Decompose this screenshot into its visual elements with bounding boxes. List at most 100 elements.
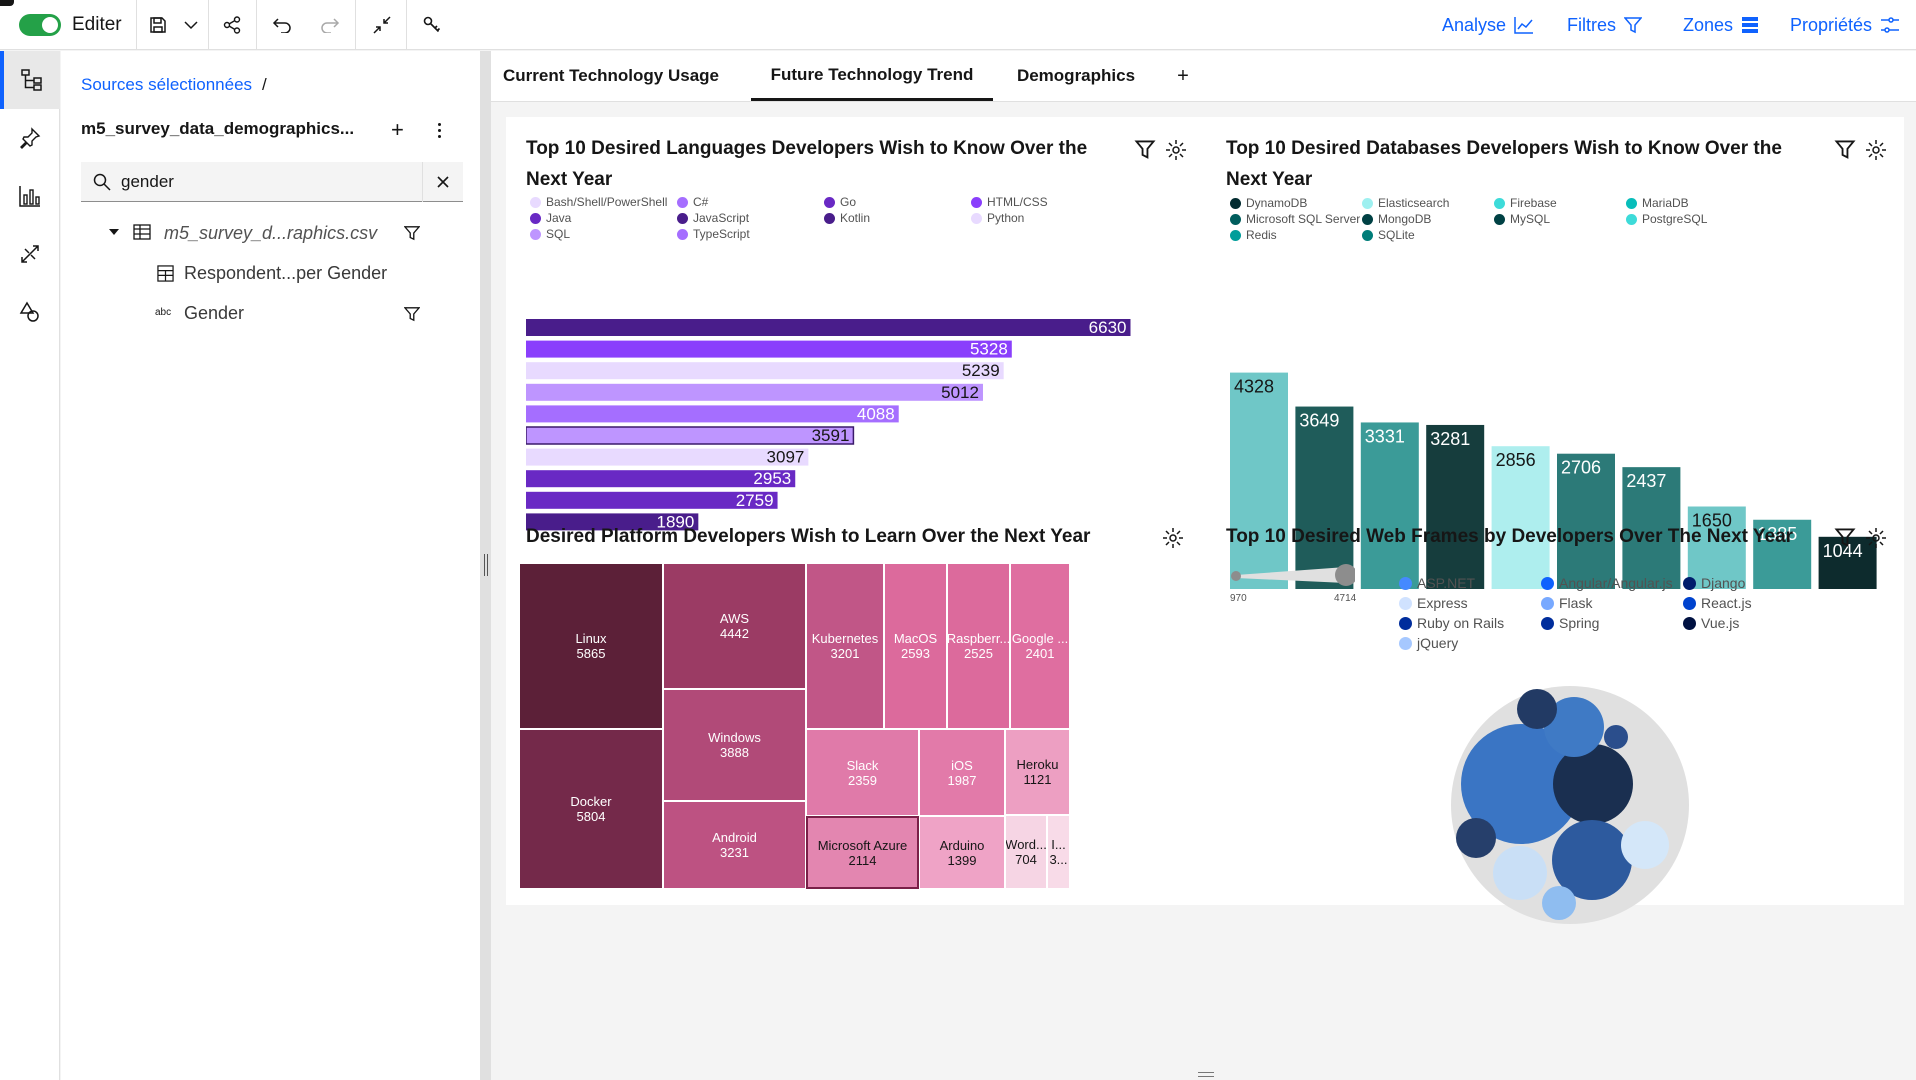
add-source-icon[interactable]: + (391, 117, 404, 143)
clear-search-icon[interactable] (437, 176, 449, 188)
source-name: m5_survey_data_demographics... (81, 119, 355, 138)
legend-item[interactable]: Ruby on Rails (1399, 615, 1504, 631)
breadcrumb-link[interactable]: Sources sélectionnées (81, 75, 252, 95)
legend-item[interactable]: JavaScript (677, 211, 749, 225)
treemap-cell[interactable]: Word... 704 (1005, 815, 1047, 889)
bar[interactable] (1230, 372, 1288, 589)
pin-rail-button[interactable] (0, 109, 60, 167)
collapse-icon[interactable] (362, 0, 402, 50)
treemap-cell[interactable]: Heroku 1121 (1005, 729, 1070, 815)
legend-item[interactable]: Go (824, 195, 856, 209)
legend-item[interactable]: MariaDB (1626, 196, 1689, 210)
legend-item[interactable]: Redis (1230, 228, 1277, 242)
treemap-cell[interactable]: Android 3231 (663, 801, 806, 889)
legend-item[interactable]: PostgreSQL (1626, 212, 1707, 226)
search-field[interactable]: gender (81, 162, 463, 202)
bottom-resize-handle[interactable] (1198, 1072, 1214, 1077)
gear-icon[interactable] (1865, 139, 1887, 161)
legend-item[interactable]: Kotlin (824, 211, 870, 225)
legend-item[interactable]: Microsoft SQL Server (1230, 212, 1360, 226)
tree-item-respondent[interactable]: Respondent...per Gender (184, 263, 387, 284)
treemap-cell[interactable]: Slack 2359 (806, 729, 919, 816)
treemap-cell[interactable]: iOS 1987 (919, 729, 1005, 816)
redo-icon[interactable] (310, 0, 350, 50)
proprietes-button[interactable]: Propriétés (1790, 0, 1900, 50)
treemap-cell[interactable]: Arduino 1399 (919, 816, 1005, 889)
undo-icon[interactable] (262, 0, 302, 50)
bar[interactable] (1426, 424, 1485, 589)
filter-icon[interactable] (404, 306, 420, 322)
treemap-cell[interactable]: I... 3... (1047, 815, 1070, 889)
bar[interactable] (526, 362, 1004, 380)
caret-down-icon[interactable] (108, 228, 120, 236)
tab-future-technology[interactable]: Future Technology Trend (751, 51, 993, 101)
bar[interactable] (526, 340, 1012, 358)
edit-toggle[interactable] (18, 0, 62, 50)
legend-item[interactable]: Firebase (1494, 196, 1557, 210)
filter-icon[interactable] (1134, 139, 1156, 161)
legend-item[interactable]: jQuery (1399, 635, 1458, 651)
legend-item[interactable]: TypeScript (677, 227, 750, 241)
bar[interactable] (526, 319, 1131, 336)
bar[interactable] (526, 405, 899, 423)
legend-item[interactable]: Angular/Angular.js (1541, 575, 1673, 591)
legend-item[interactable]: HTML/CSS (971, 195, 1048, 209)
tree-item-gender[interactable]: Gender (184, 303, 244, 324)
legend-item[interactable]: Flask (1541, 595, 1592, 611)
treemap-cell[interactable]: Windows 3888 (663, 689, 806, 801)
bar[interactable] (1360, 422, 1419, 589)
visualizations-rail-button[interactable] (0, 167, 60, 225)
share-icon[interactable] (212, 0, 252, 50)
legend-item[interactable]: Spring (1541, 615, 1599, 631)
treemap-cell[interactable]: Microsoft Azure 2114 (806, 816, 919, 889)
treemap-cell[interactable]: Google ... 2401 (1010, 563, 1070, 729)
treemap-cell[interactable]: MacOS 2593 (884, 563, 947, 729)
panel-splitter[interactable] (481, 51, 491, 1080)
legend-item[interactable]: MongoDB (1362, 212, 1431, 226)
legend-item[interactable]: C# (677, 195, 708, 209)
filter-icon[interactable] (404, 225, 420, 241)
legend-item[interactable]: Vue.js (1683, 615, 1739, 631)
bar[interactable] (526, 383, 983, 401)
treemap-cell[interactable]: Raspberr... 2525 (947, 563, 1010, 729)
search-input[interactable]: gender (121, 172, 174, 192)
tab-current-technology[interactable]: Current Technology Usage (491, 51, 731, 101)
filter-icon[interactable] (1834, 139, 1856, 161)
treemap-cell[interactable]: AWS 4442 (663, 563, 806, 689)
key-icon[interactable] (412, 0, 452, 50)
treemap-cell[interactable]: Linux 5865 (519, 563, 663, 729)
legend-item[interactable]: DynamoDB (1230, 196, 1307, 210)
legend-item[interactable]: Elasticsearch (1362, 196, 1449, 210)
filtres-button[interactable]: Filtres (1567, 0, 1642, 50)
legend-item[interactable]: MySQL (1494, 212, 1550, 226)
legend-item[interactable]: Express (1399, 595, 1468, 611)
assets-rail-button[interactable] (0, 225, 60, 283)
legend-item[interactable]: Bash/Shell/PowerShell (530, 195, 667, 209)
treemap-cell[interactable]: Kubernetes 3201 (806, 563, 884, 729)
gear-icon[interactable] (1865, 527, 1887, 549)
gear-icon[interactable] (1165, 139, 1187, 161)
legend-item[interactable]: Java (530, 211, 571, 225)
treemap-cell[interactable]: Docker 5804 (519, 729, 663, 889)
add-tab-button[interactable]: + (1163, 51, 1203, 101)
legend-item[interactable]: SQLite (1362, 228, 1415, 242)
legend-label: Redis (1246, 228, 1277, 242)
gear-icon[interactable] (1162, 527, 1184, 549)
sources-rail-button[interactable] (0, 51, 60, 109)
overflow-menu-icon[interactable] (429, 120, 449, 140)
bar[interactable] (526, 426, 855, 445)
filter-icon[interactable] (1834, 527, 1856, 549)
legend-item[interactable]: React.js (1683, 595, 1752, 611)
save-icon[interactable] (140, 0, 176, 50)
shapes-rail-button[interactable] (0, 283, 60, 341)
tree-file-name[interactable]: m5_survey_d...raphics.csv (164, 223, 377, 244)
legend-item[interactable]: Python (971, 211, 1024, 225)
zones-button[interactable]: Zones (1683, 0, 1759, 50)
legend-item[interactable]: SQL (530, 227, 570, 241)
tab-demographics[interactable]: Demographics (1001, 51, 1151, 101)
bar[interactable] (1295, 406, 1354, 589)
legend-item[interactable]: Django (1683, 575, 1745, 591)
analyse-button[interactable]: Analyse (1442, 0, 1534, 50)
chevron-down-icon[interactable] (176, 0, 206, 50)
legend-item[interactable]: ASP.NET (1399, 575, 1475, 591)
